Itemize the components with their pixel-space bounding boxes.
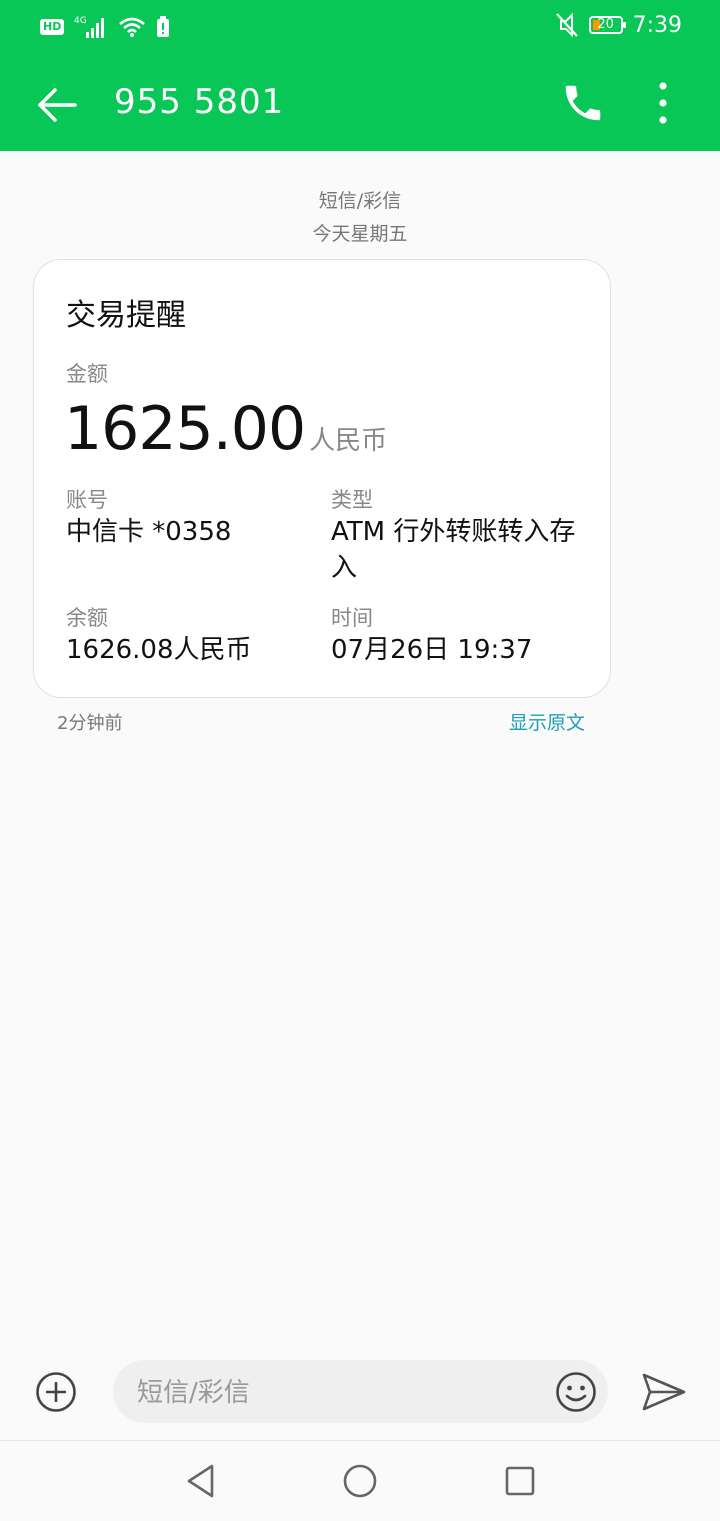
message-relative-time: 2分钟前 [57, 713, 123, 734]
nav-home-button[interactable] [340, 1461, 380, 1501]
account-value: 中信卡 *0358 [66, 517, 232, 547]
type-label: 类型 [331, 488, 373, 512]
top-bar: HD 4G 20 7:39 955 5801 [0, 0, 720, 151]
balance-label: 余额 [66, 606, 108, 630]
thread-date-label: 今天星期五 [312, 223, 408, 245]
battery-icon: 20 [588, 16, 626, 34]
account-label: 账号 [66, 488, 108, 512]
nav-home-circle-icon [343, 1464, 377, 1498]
more-vert-icon [659, 82, 667, 124]
balance-value: 1626.08人民币 [66, 635, 252, 665]
battery-cap [622, 22, 626, 28]
more-options-button[interactable] [648, 80, 678, 126]
time-label: 时间 [331, 606, 373, 630]
system-nav-bar [0, 1440, 720, 1521]
amount-value: 1625.00 [64, 394, 306, 464]
message-input[interactable] [135, 1360, 539, 1425]
nav-recents-square-icon [505, 1466, 535, 1496]
status-bar: HD 4G 20 7:39 [0, 0, 720, 56]
nav-back-triangle-icon [187, 1464, 214, 1498]
nav-back-button[interactable] [182, 1461, 222, 1501]
app-bar: 955 5801 [0, 56, 720, 151]
amount-label: 金额 [66, 362, 108, 386]
send-icon [642, 1373, 686, 1411]
wifi-icon [119, 17, 146, 37]
compose-bar [113, 1360, 608, 1425]
hd-badge: HD [40, 19, 65, 35]
mute-icon [555, 12, 578, 38]
amount-unit: 人民币 [309, 426, 388, 456]
show-original-link[interactable]: 显示原文 [509, 708, 585, 735]
cell-signal-icon: 4G [74, 16, 105, 38]
time-value: 07月26日 19:37 [331, 635, 533, 665]
emoji-button[interactable] [554, 1370, 598, 1414]
phone-icon [565, 85, 601, 121]
status-time: 7:39 [632, 12, 682, 38]
battery-percent: 20 [597, 17, 614, 32]
nav-recents-button[interactable] [500, 1461, 540, 1501]
back-arrow-icon [38, 88, 77, 122]
conversation-title: 955 5801 [114, 82, 285, 122]
battery-saver-icon [157, 16, 170, 37]
add-circle-icon [36, 1372, 76, 1412]
add-attachment-button[interactable] [35, 1371, 77, 1413]
status-right: 20 7:39 [555, 12, 682, 38]
type-value: ATM 行外转账转入存入 [331, 517, 576, 583]
status-left: HD 4G [40, 14, 170, 40]
send-button[interactable] [640, 1371, 688, 1413]
call-button[interactable] [560, 80, 606, 126]
back-button[interactable] [32, 80, 82, 130]
thread-type-label: 短信/彩信 [318, 190, 402, 212]
emoji-icon [556, 1372, 596, 1412]
card-title: 交易提醒 [66, 298, 186, 333]
network-label: 4G [74, 16, 87, 26]
transaction-card[interactable]: 交易提醒 金额 1625.00 人民币 账号 中信卡 *0358 类型 ATM … [33, 259, 611, 698]
amount-row: 1625.00 人民币 [64, 394, 387, 464]
